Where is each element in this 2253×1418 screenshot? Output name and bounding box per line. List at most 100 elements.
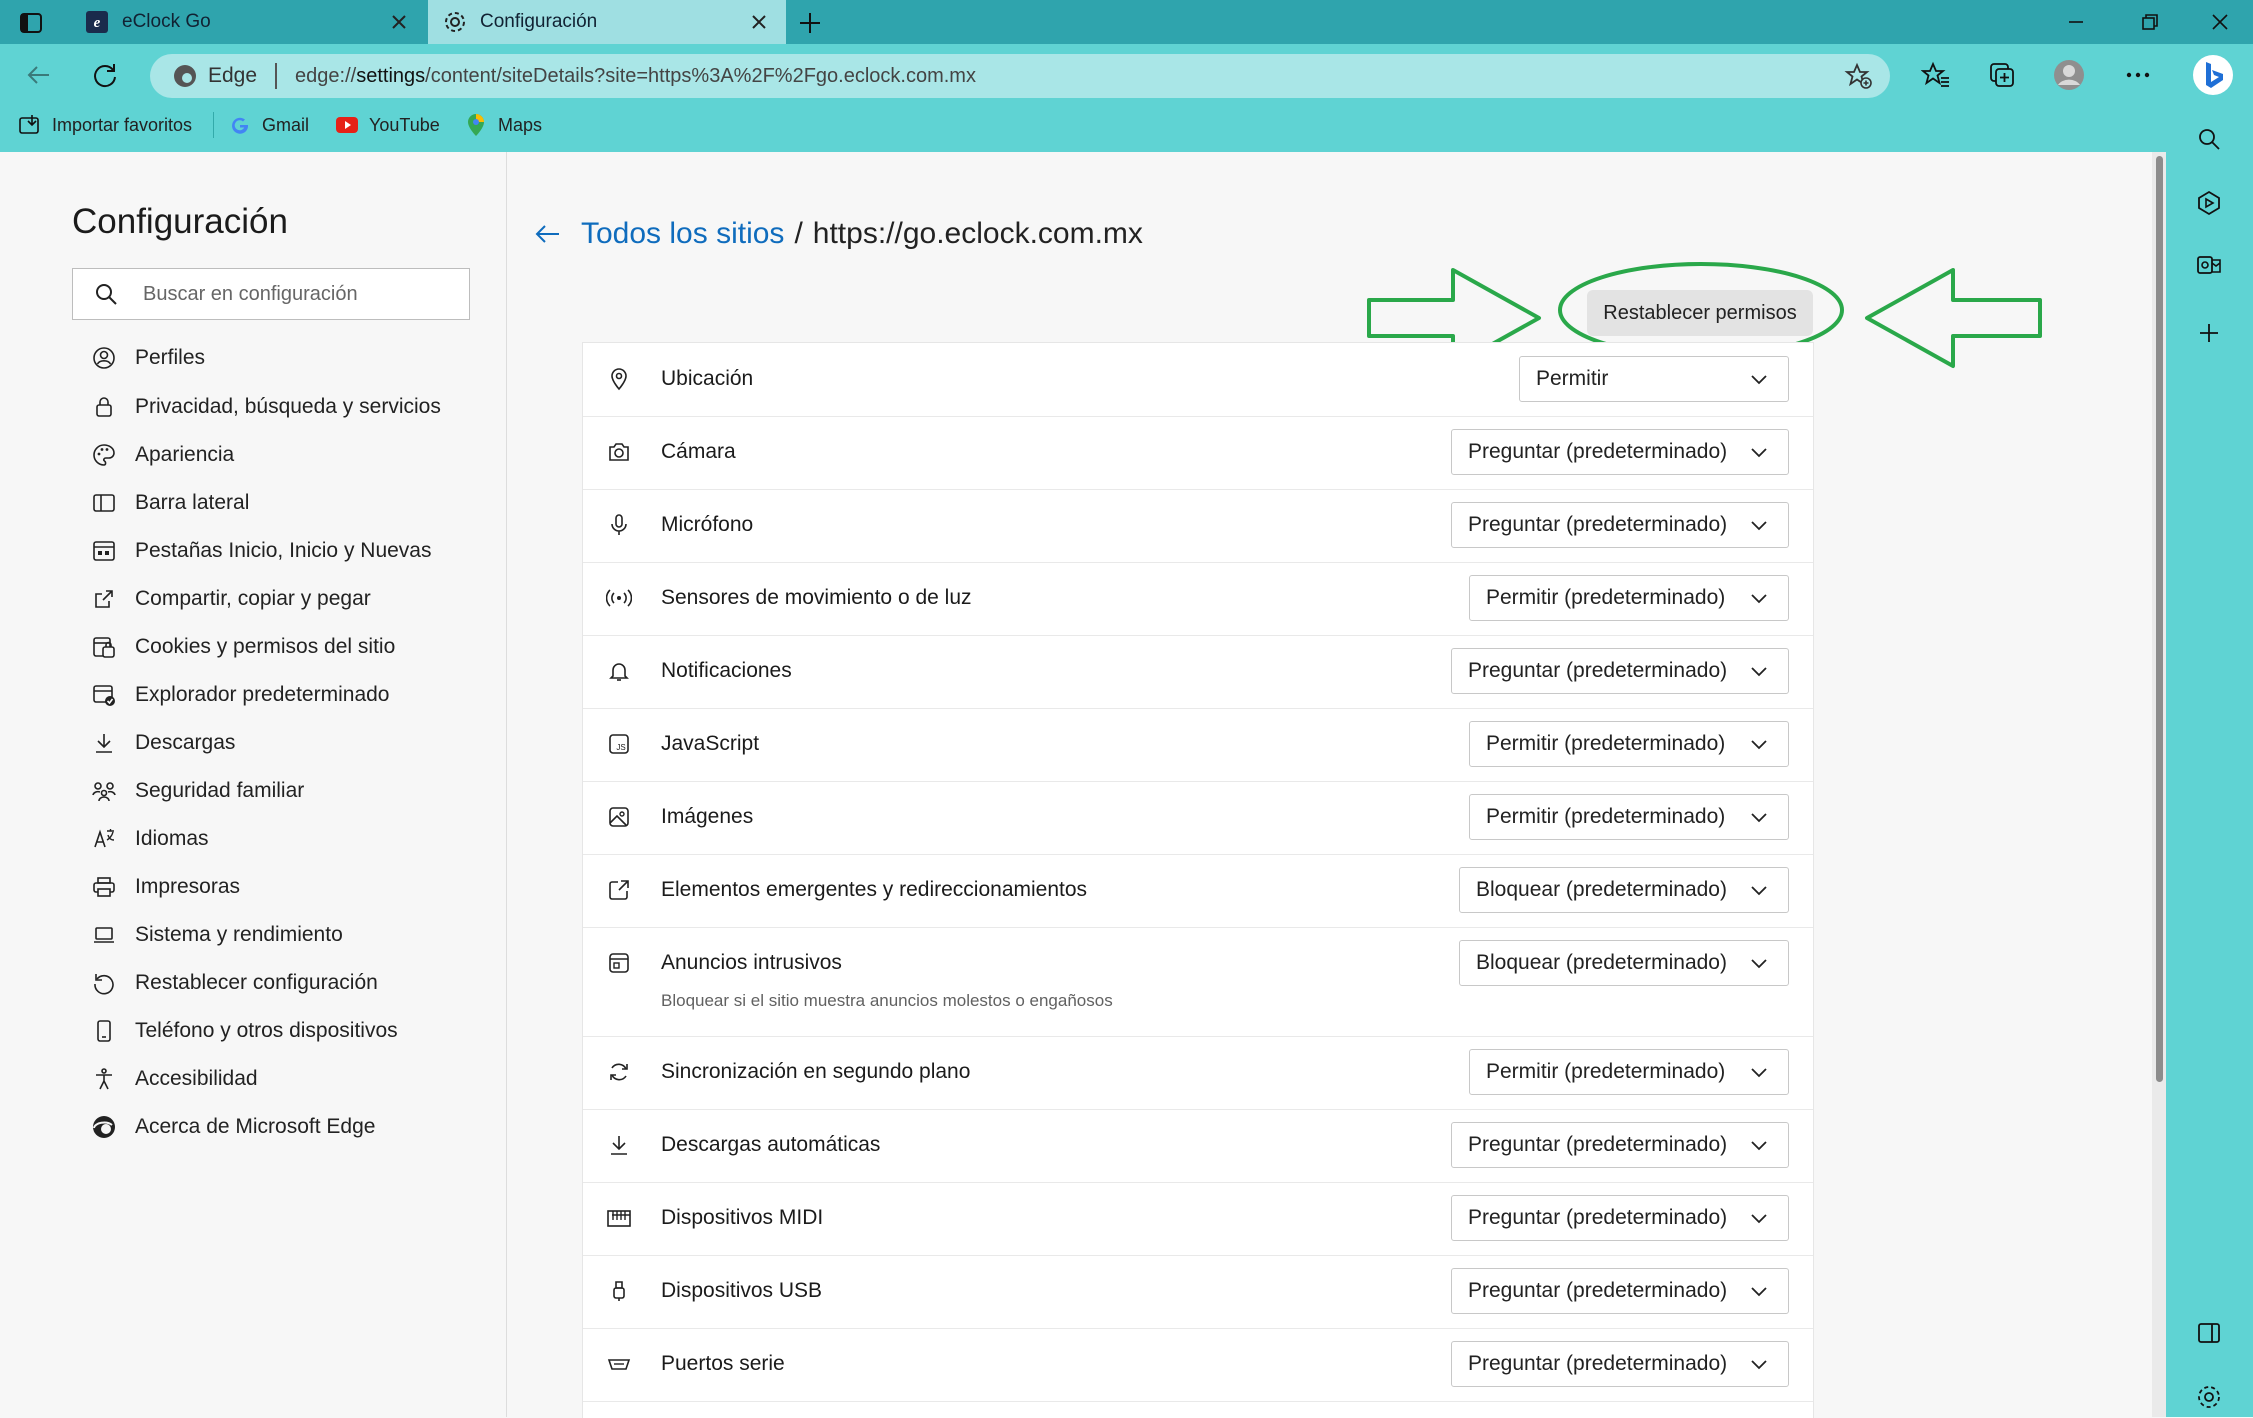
permission-select[interactable]: Permitir (1519, 356, 1789, 402)
bookmark-gmail[interactable]: Gmail (228, 112, 309, 138)
new-tab-button[interactable] (796, 9, 824, 37)
close-window-icon[interactable] (2206, 8, 2234, 36)
import-favorites-icon (18, 113, 42, 137)
browser-brand: Edge (208, 64, 258, 87)
edge-logo-icon (90, 1113, 118, 1141)
permission-description: Bloquear si el sitio muestra anuncios mo… (661, 991, 1113, 1010)
permission-label: Dispositivos MIDI (661, 1206, 824, 1229)
search-sidebar-icon[interactable] (2192, 122, 2226, 156)
reset-icon (90, 969, 118, 997)
tab-configuracion[interactable]: Configuración (428, 0, 786, 44)
refresh-icon[interactable] (88, 58, 122, 92)
languages-icon (90, 825, 118, 853)
tab-eclock[interactable]: e eClock Go (70, 0, 426, 44)
popup-icon (605, 876, 633, 904)
lock-icon (90, 393, 118, 421)
nav-item-perfiles[interactable]: Perfiles (90, 341, 205, 375)
tab-actions-icon[interactable] (18, 10, 44, 36)
bing-copilot-icon[interactable] (2192, 54, 2234, 96)
address-bar[interactable]: Edge edge://settings/content/siteDetails… (150, 54, 1890, 98)
reset-permissions-button[interactable]: Restablecer permisos (1587, 290, 1813, 336)
sidebar-settings-icon[interactable] (2192, 1380, 2226, 1414)
permission-row-usb: Dispositivos USB Preguntar (predetermina… (583, 1255, 1813, 1329)
nav-item-pestanas[interactable]: Pestañas Inicio, Inicio y Nuevas (90, 534, 431, 568)
breadcrumb: Todos los sitios / https://go.eclock.com… (533, 214, 1143, 254)
permission-select[interactable]: Bloquear (predeterminado) (1459, 940, 1789, 986)
eclock-favicon-icon: e (84, 9, 110, 35)
permission-select[interactable]: Permitir (predeterminado) (1469, 794, 1789, 840)
permission-row-notificaciones: Notificaciones Preguntar (predeterminado… (583, 635, 1813, 709)
chevron-down-icon (1751, 594, 1767, 604)
nav-item-restablecer[interactable]: Restablecer configuración (90, 966, 378, 1000)
download-icon (90, 729, 118, 757)
nav-item-barra-lateral[interactable]: Barra lateral (90, 486, 249, 520)
back-arrow-icon[interactable] (533, 219, 563, 249)
bookmark-youtube[interactable]: YouTube (335, 112, 440, 138)
permission-select[interactable]: Permitir (predeterminado) (1469, 721, 1789, 767)
nav-item-acerca-de[interactable]: Acerca de Microsoft Edge (90, 1110, 375, 1144)
profile-avatar-icon[interactable] (2052, 58, 2086, 92)
nav-item-privacidad[interactable]: Privacidad, búsqueda y servicios (90, 390, 441, 424)
permission-row-imagenes: Imágenes Permitir (predeterminado) (583, 781, 1813, 855)
chevron-down-icon (1751, 521, 1767, 531)
permission-row-descargas: Descargas automáticas Preguntar (predete… (583, 1109, 1813, 1183)
permission-select[interactable]: Permitir (predeterminado) (1469, 575, 1789, 621)
bookmark-maps[interactable]: Maps (464, 112, 542, 138)
nav-item-idiomas[interactable]: Idiomas (90, 822, 209, 856)
permission-select[interactable]: Preguntar (predeterminado) (1451, 1195, 1789, 1241)
permission-row-puertos-serie: Puertos serie Preguntar (predeterminado) (583, 1328, 1813, 1402)
permission-row-javascript: JS JavaScript Permitir (predeterminado) (583, 708, 1813, 782)
collections-icon[interactable] (1985, 58, 2019, 92)
restore-icon[interactable] (2136, 8, 2164, 36)
close-tab-icon[interactable] (746, 9, 772, 35)
permission-select[interactable]: Preguntar (predeterminado) (1451, 1122, 1789, 1168)
tab-label: Configuración (480, 11, 598, 32)
favorites-icon[interactable] (1919, 58, 1953, 92)
sensors-icon (605, 584, 633, 612)
all-sites-link[interactable]: Todos los sitios (581, 217, 784, 251)
nav-item-explorador[interactable]: Explorador predeterminado (90, 678, 389, 712)
nav-item-compartir[interactable]: Compartir, copiar y pegar (90, 582, 371, 616)
discover-icon[interactable] (2192, 186, 2226, 220)
permission-select[interactable]: Preguntar (predeterminado) (1451, 648, 1789, 694)
settings-search[interactable] (72, 268, 470, 320)
permission-label: Puertos serie (661, 1352, 785, 1375)
outlook-icon[interactable] (2192, 248, 2226, 282)
gear-icon (442, 9, 468, 35)
site-url-title: https://go.eclock.com.mx (812, 217, 1143, 250)
minimize-icon[interactable] (2062, 8, 2090, 36)
permission-select[interactable]: Permitir (predeterminado) (1469, 1049, 1789, 1095)
permission-select[interactable]: Preguntar (predeterminado) (1451, 429, 1789, 475)
permission-select[interactable]: Preguntar (predeterminado) (1451, 502, 1789, 548)
nav-item-descargas[interactable]: Descargas (90, 726, 235, 760)
url-text[interactable]: edge://settings/content/siteDetails?site… (295, 65, 1844, 88)
add-sidebar-app-icon[interactable] (2192, 316, 2226, 350)
default-browser-icon (90, 681, 118, 709)
permission-select[interactable]: Bloquear (predeterminado) (1459, 867, 1789, 913)
youtube-icon (335, 113, 359, 137)
permission-label: Sincronización en segundo plano (661, 1060, 971, 1083)
more-options-icon[interactable] (2121, 58, 2155, 92)
nav-item-apariencia[interactable]: Apariencia (90, 438, 234, 472)
permission-row-emergentes: Elementos emergentes y redireccionamient… (583, 854, 1813, 928)
nav-item-impresoras[interactable]: Impresoras (90, 870, 240, 904)
close-tab-icon[interactable] (386, 9, 412, 35)
nav-item-accesibilidad[interactable]: Accesibilidad (90, 1062, 258, 1096)
nav-item-seguridad-familiar[interactable]: Seguridad familiar (90, 774, 304, 808)
permission-row-microfono: Micrófono Preguntar (predeterminado) (583, 489, 1813, 563)
scrollbar-thumb[interactable] (2156, 156, 2163, 1082)
bookmark-import[interactable]: Importar favoritos (18, 112, 192, 138)
chevron-down-icon (1751, 1214, 1767, 1224)
nav-item-cookies[interactable]: Cookies y permisos del sitio (90, 630, 395, 664)
tab-strip: e eClock Go Configuración (0, 0, 2253, 44)
search-input[interactable] (141, 281, 469, 307)
permission-select[interactable]: Preguntar (predeterminado) (1451, 1341, 1789, 1387)
nav-item-telefono[interactable]: Teléfono y otros dispositivos (90, 1014, 398, 1048)
nav-item-sistema[interactable]: Sistema y rendimiento (90, 918, 343, 952)
permission-select[interactable]: Preguntar (predeterminado) (1451, 1268, 1789, 1314)
usb-icon (605, 1277, 633, 1305)
tab-label: eClock Go (122, 11, 211, 32)
hide-sidebar-icon[interactable] (2192, 1316, 2226, 1350)
add-favorite-icon[interactable] (1844, 61, 1874, 91)
back-icon[interactable] (22, 58, 56, 92)
